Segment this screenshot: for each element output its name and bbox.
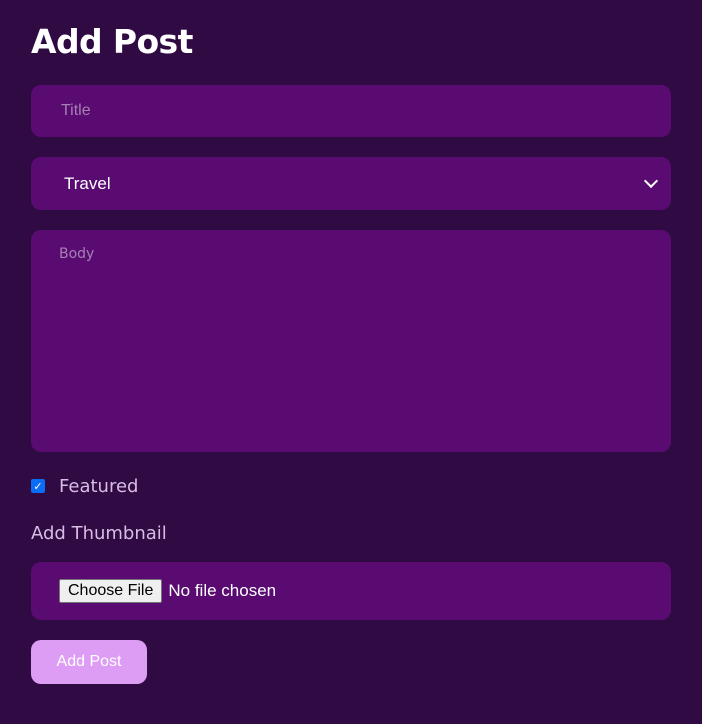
featured-row: ✓ Featured (31, 474, 138, 498)
thumbnail-file-field: Choose File No file chosen (31, 562, 671, 620)
choose-file-button[interactable]: Choose File (59, 579, 163, 603)
page-title: Add Post (31, 22, 193, 61)
add-post-button[interactable]: Add Post (31, 640, 147, 684)
add-post-page: Add Post Travel ✓ Featured Add Thumbnail… (0, 0, 702, 724)
body-field[interactable] (31, 230, 671, 452)
thumbnail-label: Add Thumbnail (31, 523, 167, 544)
checkmark-icon: ✓ (33, 479, 43, 493)
featured-label[interactable]: Featured (59, 476, 138, 497)
featured-checkbox[interactable]: ✓ (31, 479, 45, 493)
chevron-down-icon (643, 173, 659, 189)
category-selected-value: Travel (64, 173, 111, 193)
category-select[interactable]: Travel (31, 157, 671, 210)
title-input[interactable] (59, 101, 643, 121)
body-textarea[interactable] (59, 246, 643, 436)
file-status-text: No file chosen (168, 581, 277, 600)
title-field[interactable] (31, 85, 671, 137)
